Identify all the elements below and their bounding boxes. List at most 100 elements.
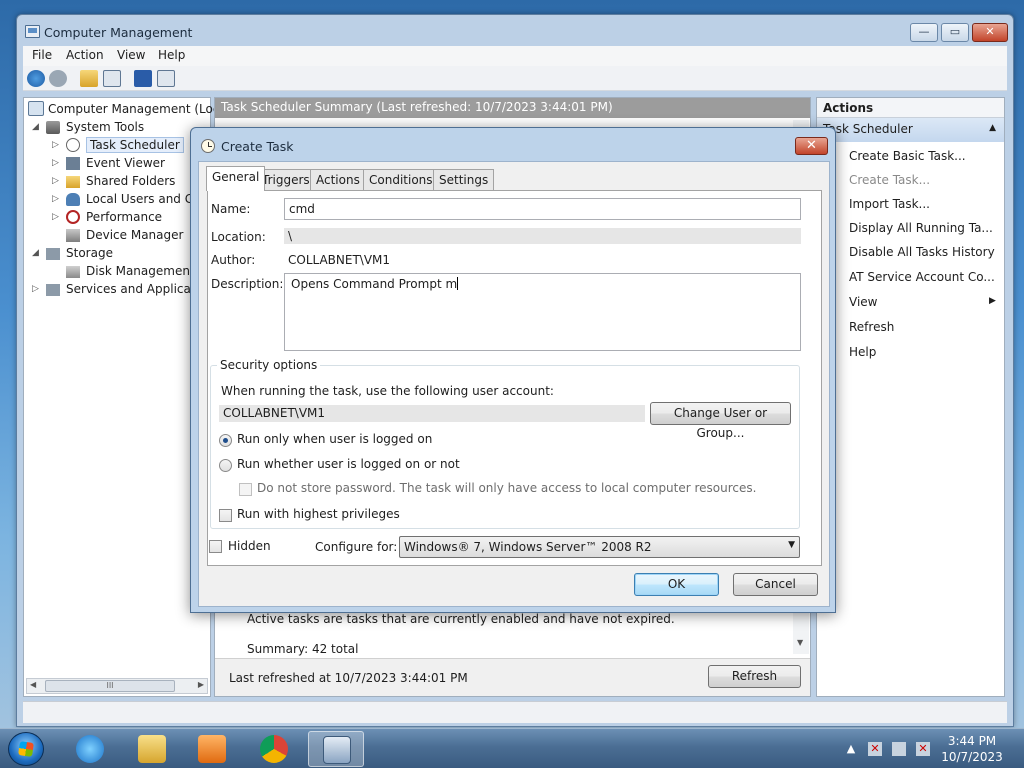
- tools-icon: [46, 121, 62, 136]
- action-help[interactable]: Help: [849, 345, 876, 359]
- minimize-button[interactable]: —: [910, 23, 938, 42]
- volume-muted-icon[interactable]: ✕: [916, 742, 930, 756]
- dialog-body: General Triggers Actions Conditions Sett…: [198, 161, 830, 607]
- expand-arrow-icon[interactable]: ▷: [52, 190, 59, 208]
- actions-title: Actions: [817, 98, 1004, 118]
- help-icon[interactable]: [134, 70, 152, 87]
- action-at-service-account[interactable]: AT Service Account Co...: [849, 270, 995, 284]
- action-refresh[interactable]: Refresh: [849, 320, 894, 334]
- tree-item-device-manager[interactable]: Device Manager: [66, 226, 183, 244]
- change-user-button[interactable]: Change User or Group...: [650, 402, 791, 440]
- clock-icon: [66, 138, 82, 153]
- checkbox-highest-privileges[interactable]: [219, 509, 232, 522]
- tree-item-root[interactable]: Computer Management (Local: [28, 100, 230, 118]
- do-not-store-password-label: Do not store password. The task will onl…: [257, 481, 757, 495]
- folder-icon: [138, 735, 166, 763]
- action-create-basic-task[interactable]: Create Basic Task...: [849, 149, 966, 163]
- radio-logged-on-or-not[interactable]: [219, 459, 232, 472]
- taskbar-internet-explorer[interactable]: [62, 731, 118, 767]
- expand-arrow-icon[interactable]: ▷: [52, 154, 59, 172]
- taskbar-computer-management[interactable]: [308, 731, 364, 767]
- tree-item-event-viewer[interactable]: ▷ Event Viewer: [52, 154, 165, 172]
- computer-icon: [28, 101, 44, 116]
- action-display-running[interactable]: Display All Running Ta...: [849, 221, 993, 235]
- back-arrow-icon[interactable]: [27, 70, 45, 87]
- computer-management-icon: [323, 736, 351, 764]
- menu-file[interactable]: File: [32, 48, 52, 62]
- description-label: Description:: [211, 277, 284, 291]
- menu-bar: File Action View Help: [23, 46, 1007, 66]
- scroll-thumb[interactable]: III: [45, 680, 175, 692]
- close-button[interactable]: ✕: [972, 23, 1008, 42]
- scroll-right-icon[interactable]: ▶: [198, 680, 204, 689]
- cancel-button[interactable]: Cancel: [733, 573, 818, 596]
- configure-for-select[interactable]: Windows® 7, Windows Server™ 2008 R2 ▼: [399, 536, 800, 558]
- maximize-button[interactable]: ▭: [941, 23, 969, 42]
- network-icon[interactable]: [892, 742, 906, 756]
- collapse-triangle-icon[interactable]: ◢: [32, 244, 39, 262]
- description-textarea[interactable]: Opens Command Prompt m: [284, 273, 801, 351]
- scroll-down-icon[interactable]: ▼: [797, 638, 803, 647]
- summary-header: Task Scheduler Summary (Last refreshed: …: [215, 98, 810, 118]
- event-viewer-icon: [66, 157, 82, 172]
- taskbar-media-player[interactable]: [184, 731, 240, 767]
- name-input[interactable]: cmd: [284, 198, 801, 220]
- expand-arrow-icon[interactable]: ▷: [52, 208, 59, 226]
- tree-item-task-scheduler[interactable]: ▷ Task Scheduler: [52, 136, 184, 154]
- action-disable-history[interactable]: Disable All Tasks History: [849, 245, 995, 259]
- action-center-flag-icon[interactable]: ✕: [868, 742, 882, 756]
- taskbar-chrome[interactable]: [246, 731, 302, 767]
- active-tasks-description: Active tasks are tasks that are currentl…: [247, 612, 675, 626]
- radio-logged-on-or-not-label: Run whether user is logged on or not: [237, 457, 460, 471]
- ok-button[interactable]: OK: [634, 573, 719, 596]
- menu-help[interactable]: Help: [158, 48, 185, 62]
- tree-item-system-tools[interactable]: ◢ System Tools: [32, 118, 144, 136]
- forward-arrow-icon[interactable]: [49, 70, 67, 87]
- actions-group-task-scheduler[interactable]: Task Scheduler ▲: [817, 118, 1004, 142]
- checkbox-do-not-store-password: [239, 483, 252, 496]
- tree-item-local-users[interactable]: ▷ Local Users and Gro: [52, 190, 206, 208]
- tab-general[interactable]: General: [206, 166, 266, 191]
- location-value: \: [284, 228, 801, 244]
- security-options-group: Security options When running the task, …: [210, 358, 800, 529]
- configure-for-label: Configure for:: [315, 540, 398, 554]
- tree-item-storage[interactable]: ◢ Storage: [32, 244, 113, 262]
- security-options-legend: Security options: [217, 358, 321, 372]
- checkbox-hidden[interactable]: [209, 540, 222, 553]
- refresh-button[interactable]: Refresh: [708, 665, 801, 688]
- actions-pane: Actions Task Scheduler ▲ Create Basic Ta…: [816, 97, 1005, 697]
- expand-arrow-icon[interactable]: ▷: [52, 136, 59, 154]
- show-hide-tree-icon[interactable]: [103, 70, 121, 87]
- action-import-task[interactable]: Import Task...: [849, 197, 930, 211]
- navigation-tree: Computer Management (Local ◢ System Tool…: [23, 97, 230, 697]
- menu-action[interactable]: Action: [66, 48, 104, 62]
- tree-horizontal-scrollbar[interactable]: ◀ III ▶: [26, 678, 208, 694]
- tree-item-services[interactable]: ▷ Services and Application: [32, 280, 214, 298]
- expand-arrow-icon[interactable]: ▷: [52, 172, 59, 190]
- author-label: Author:: [211, 253, 256, 267]
- scroll-left-icon[interactable]: ◀: [30, 680, 36, 689]
- collapse-up-icon[interactable]: ▲: [989, 123, 996, 133]
- radio-logged-on-only[interactable]: [219, 434, 232, 447]
- tree-item-shared-folders[interactable]: ▷ Shared Folders: [52, 172, 175, 190]
- tab-actions[interactable]: Actions: [310, 169, 366, 190]
- action-view[interactable]: View: [849, 295, 877, 309]
- disk-icon: [66, 265, 82, 280]
- radio-logged-on-only-label: Run only when user is logged on: [237, 432, 433, 446]
- account-prompt: When running the task, use the following…: [221, 384, 554, 398]
- collapse-triangle-icon[interactable]: ◢: [32, 118, 39, 136]
- start-button[interactable]: [8, 732, 44, 766]
- taskbar-file-explorer[interactable]: [124, 731, 180, 767]
- tab-settings[interactable]: Settings: [433, 169, 495, 190]
- show-action-pane-icon[interactable]: [157, 70, 175, 87]
- taskbar-clock[interactable]: 3:44 PM 10/7/2023: [932, 733, 1012, 765]
- tab-conditions[interactable]: Conditions: [363, 169, 439, 190]
- tree-item-performance[interactable]: ▷ Performance: [52, 208, 162, 226]
- dialog-close-button[interactable]: ✕: [795, 137, 828, 155]
- menu-view[interactable]: View: [117, 48, 145, 62]
- expand-arrow-icon[interactable]: ▷: [32, 280, 39, 298]
- tree-item-disk-management[interactable]: Disk Management: [66, 262, 195, 280]
- up-folder-icon[interactable]: [80, 70, 98, 87]
- show-hidden-icons-arrow[interactable]: ▲: [844, 742, 858, 756]
- clock-date: 10/7/2023: [941, 750, 1003, 764]
